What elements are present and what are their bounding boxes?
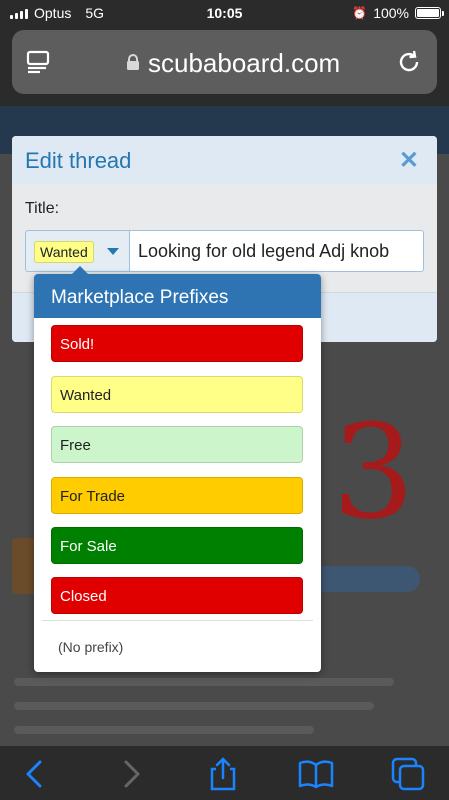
battery-icon xyxy=(415,7,444,19)
menu-divider xyxy=(42,620,313,621)
title-label: Title: xyxy=(25,200,60,217)
follow-button xyxy=(312,566,420,592)
post-text-line xyxy=(14,726,314,734)
browser-chrome: scubaboard.com xyxy=(0,26,449,106)
prefix-menu: Marketplace Prefixes Sold! Wanted Free F… xyxy=(34,266,321,672)
prefix-option-closed[interactable]: Closed xyxy=(51,577,303,614)
address-bar[interactable]: scubaboard.com xyxy=(12,30,437,94)
status-bar: Optus 5G 10:05 ⏰ 100% xyxy=(0,0,449,26)
prefix-option-wanted[interactable]: Wanted xyxy=(51,376,303,413)
post-text-line xyxy=(14,702,374,710)
caret-down-icon xyxy=(107,248,119,255)
url-domain[interactable]: scubaboard.com xyxy=(148,48,340,79)
alarm-icon: ⏰ xyxy=(352,6,368,20)
thread-title-input[interactable] xyxy=(129,230,424,272)
lock-icon xyxy=(127,54,139,70)
reload-icon[interactable] xyxy=(395,48,423,76)
battery-percent: 100% xyxy=(373,5,409,21)
browser-toolbar xyxy=(0,746,449,800)
prefix-option-for-sale[interactable]: For Sale xyxy=(51,527,303,564)
back-icon[interactable] xyxy=(18,756,54,792)
menu-pointer xyxy=(72,266,88,274)
share-icon[interactable] xyxy=(205,756,241,792)
reader-view-icon[interactable] xyxy=(26,49,52,75)
tabs-icon[interactable] xyxy=(390,756,426,792)
prefix-option-sold[interactable]: Sold! xyxy=(51,325,303,362)
prefix-menu-heading: Marketplace Prefixes xyxy=(34,274,321,318)
prefix-option-free[interactable]: Free xyxy=(51,426,303,463)
post-text-line xyxy=(14,678,394,686)
selected-prefix-tag: Wanted xyxy=(34,241,94,263)
dialog-title: Edit thread xyxy=(25,148,132,173)
handwritten-annotation: 3 xyxy=(332,396,415,548)
bookmarks-icon[interactable] xyxy=(298,756,334,792)
forward-icon[interactable] xyxy=(112,756,148,792)
prefix-option-none[interactable]: (No prefix) xyxy=(58,639,123,655)
prefix-option-for-trade[interactable]: For Trade xyxy=(51,477,303,514)
dialog-header: Edit thread ✕ xyxy=(12,136,437,184)
close-icon[interactable]: ✕ xyxy=(399,146,419,175)
